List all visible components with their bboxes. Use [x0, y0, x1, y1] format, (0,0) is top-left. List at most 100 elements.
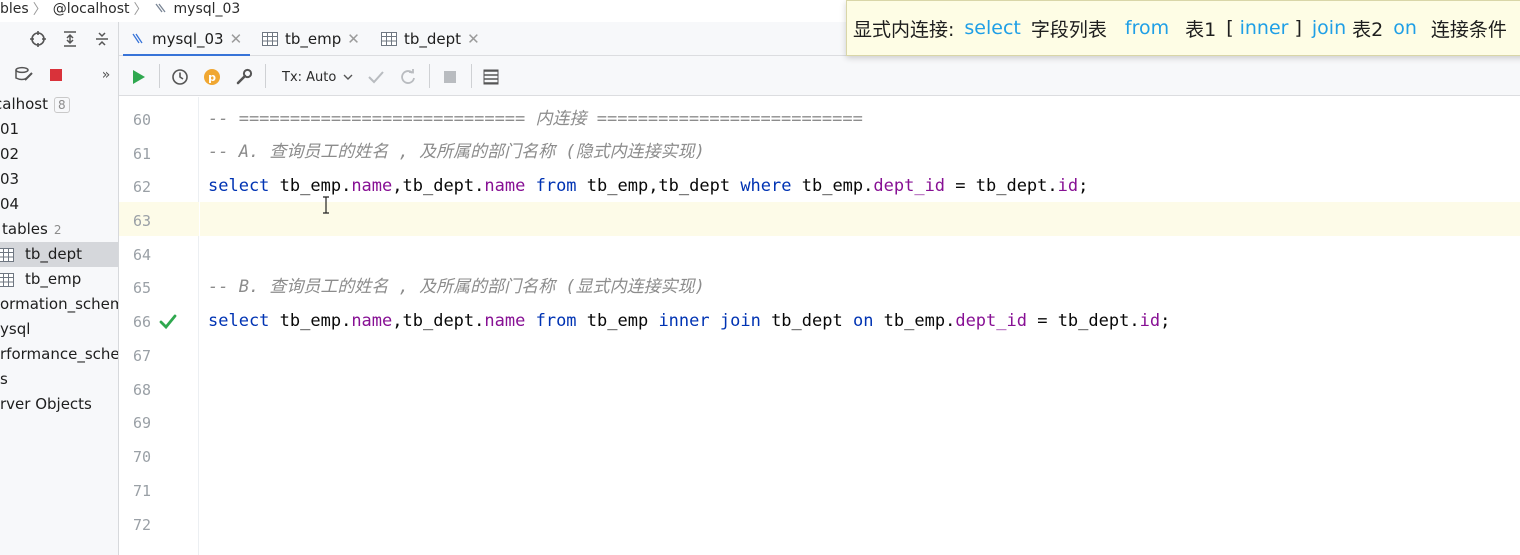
cancel-query-icon[interactable] [439, 66, 461, 88]
stop-icon[interactable] [46, 65, 66, 85]
tree-item-label: 03 [0, 170, 20, 188]
line-number: 61 [132, 145, 151, 163]
sql-keyword: join [719, 311, 761, 331]
tree-item-schema[interactable]: rformance_scher [0, 342, 118, 367]
line-number: 65 [132, 279, 151, 297]
tree-item-server-objects[interactable]: rver Objects [0, 392, 118, 417]
close-icon[interactable]: ✕ [467, 30, 480, 48]
breadcrumb-label: @localhost [52, 1, 130, 17]
breadcrumb-item-localhost[interactable]: @localhost [53, 1, 130, 17]
sql-text: tb_emp. [269, 176, 352, 196]
sql-text: tb_emp. [873, 311, 956, 331]
hint-keyword: inner [1239, 17, 1289, 39]
breadcrumb-label: bles [0, 1, 29, 17]
sql-field: name [484, 311, 526, 331]
editor-toolbar: p Tx: Auto [119, 56, 1520, 96]
sql-text: tb_emp,tb_dept [576, 176, 741, 196]
hint-text: 连接条件 [1430, 18, 1507, 41]
tree-item-host[interactable]: calhost 8 [0, 92, 118, 117]
tree-item-label: 04 [0, 195, 20, 213]
sql-field: name [351, 311, 393, 331]
breadcrumb-label: mysql_03 [173, 1, 241, 17]
code-comment-line: -- B. 查询员工的姓名 , 及所属的部门名称 (显式内连接实现) [208, 277, 705, 297]
hint-keyword: from [1124, 17, 1170, 39]
line-number: 71 [132, 482, 151, 500]
tree-item-schema[interactable]: 04 [0, 192, 118, 217]
code-comment-line: -- A. 查询员工的姓名 , 及所属的部门名称 (隐式内连接实现) [208, 142, 705, 162]
sql-editor[interactable]: -- ============================ 内连接 ====… [200, 97, 1520, 555]
parameters-icon[interactable]: p [201, 66, 223, 88]
line-number: 68 [132, 381, 151, 399]
tab-mysql-03[interactable]: mysql_03 ✕ [123, 22, 251, 57]
hint-text: 表2 [1352, 18, 1384, 41]
tree-item-label: calhost [0, 95, 48, 113]
wrench-icon[interactable] [233, 66, 255, 88]
toolbar-separator [159, 64, 160, 88]
run-icon[interactable] [128, 66, 150, 88]
sql-text: tb_dept [760, 311, 853, 331]
tree-item-folder[interactable]: s [0, 367, 118, 392]
rollback-icon[interactable] [397, 66, 419, 88]
sql-field: name [484, 176, 526, 196]
tab-tb-emp[interactable]: tb_emp ✕ [254, 22, 368, 56]
commit-icon[interactable] [365, 66, 387, 88]
tree-item-label: 01 [0, 120, 20, 138]
hint-label: 显式内连接: [853, 18, 955, 41]
sql-text: ; [1078, 176, 1089, 196]
tree-item-label: ormation_schem [0, 295, 119, 313]
sql-field: dept_id [955, 311, 1027, 331]
tree-item-schema[interactable]: 01 [0, 117, 118, 142]
sql-keyword: inner [658, 311, 710, 331]
tab-tb-dept[interactable]: tb_dept ✕ [373, 22, 488, 56]
sql-keyword: where [740, 176, 792, 196]
close-icon[interactable]: ✕ [230, 30, 243, 48]
line-number: 66 [132, 313, 151, 331]
table-icon [0, 273, 14, 287]
tree-item-tables-folder[interactable]: tables 2 [0, 217, 118, 242]
tree-item-tb-emp[interactable]: tb_emp [0, 267, 118, 292]
breadcrumb: bles 〉 @localhost 〉 mysql_03 [0, 0, 240, 18]
collapse-all-icon[interactable] [92, 29, 112, 49]
history-icon[interactable] [169, 66, 191, 88]
breadcrumb-item-console[interactable]: mysql_03 [154, 1, 241, 17]
sql-text: = tb_dept. [1026, 311, 1140, 331]
tree-item-schema[interactable]: 02 [0, 142, 118, 167]
svg-text:p: p [208, 71, 216, 84]
tx-mode-label: Tx: Auto [282, 69, 337, 85]
tree-item-schema[interactable]: 03 [0, 167, 118, 192]
chevron-right-icon: 〉 [133, 2, 148, 18]
code-line-implicit-join: select tb_emp.name,tb_dept.name from tb_… [208, 169, 1088, 203]
tree-item-label: rver Objects [0, 395, 92, 413]
chevron-right-icon: 〉 [32, 2, 47, 18]
hint-text: 字段列表 [1030, 18, 1107, 41]
check-icon[interactable] [159, 313, 177, 331]
line-number: 72 [132, 516, 151, 534]
code-line-explicit-join: select tb_emp.name,tb_dept.name from tb_… [208, 304, 1170, 338]
schema-settings-icon[interactable] [14, 65, 34, 85]
more-actions-icon[interactable]: » [96, 65, 116, 85]
tab-label: mysql_03 [152, 30, 224, 48]
breadcrumb-item-tables[interactable]: bles [0, 1, 29, 17]
sql-field: id [1057, 176, 1079, 196]
sql-keyword: select [208, 311, 270, 331]
hint-text: 表1 [1185, 18, 1217, 41]
sql-text: ,tb_dept. [392, 311, 485, 331]
line-number-gutter: 60 61 62 63 64 65 66 67 68 69 70 71 72 [119, 97, 199, 555]
code-comment-line: -- ============================ 内连接 ====… [208, 109, 863, 129]
sql-text: ; [1160, 311, 1171, 331]
transaction-mode-dropdown[interactable]: Tx: Auto [282, 66, 353, 88]
output-view-icon[interactable] [480, 66, 502, 88]
toolbar-separator [429, 64, 430, 88]
sql-console-icon [132, 33, 143, 44]
tree-item-label: ysql [0, 320, 31, 338]
tree-item-schema[interactable]: ormation_schem [0, 292, 119, 317]
line-number: 64 [132, 246, 151, 264]
line-number: 69 [132, 414, 151, 432]
sql-text: = tb_dept. [945, 176, 1058, 196]
locate-icon[interactable] [28, 29, 48, 49]
table-icon [0, 248, 14, 262]
tree-item-schema[interactable]: ysql [0, 317, 118, 342]
tree-item-tb-dept[interactable]: tb_dept [0, 242, 118, 267]
close-icon[interactable]: ✕ [347, 30, 360, 48]
expand-all-icon[interactable] [60, 29, 80, 49]
